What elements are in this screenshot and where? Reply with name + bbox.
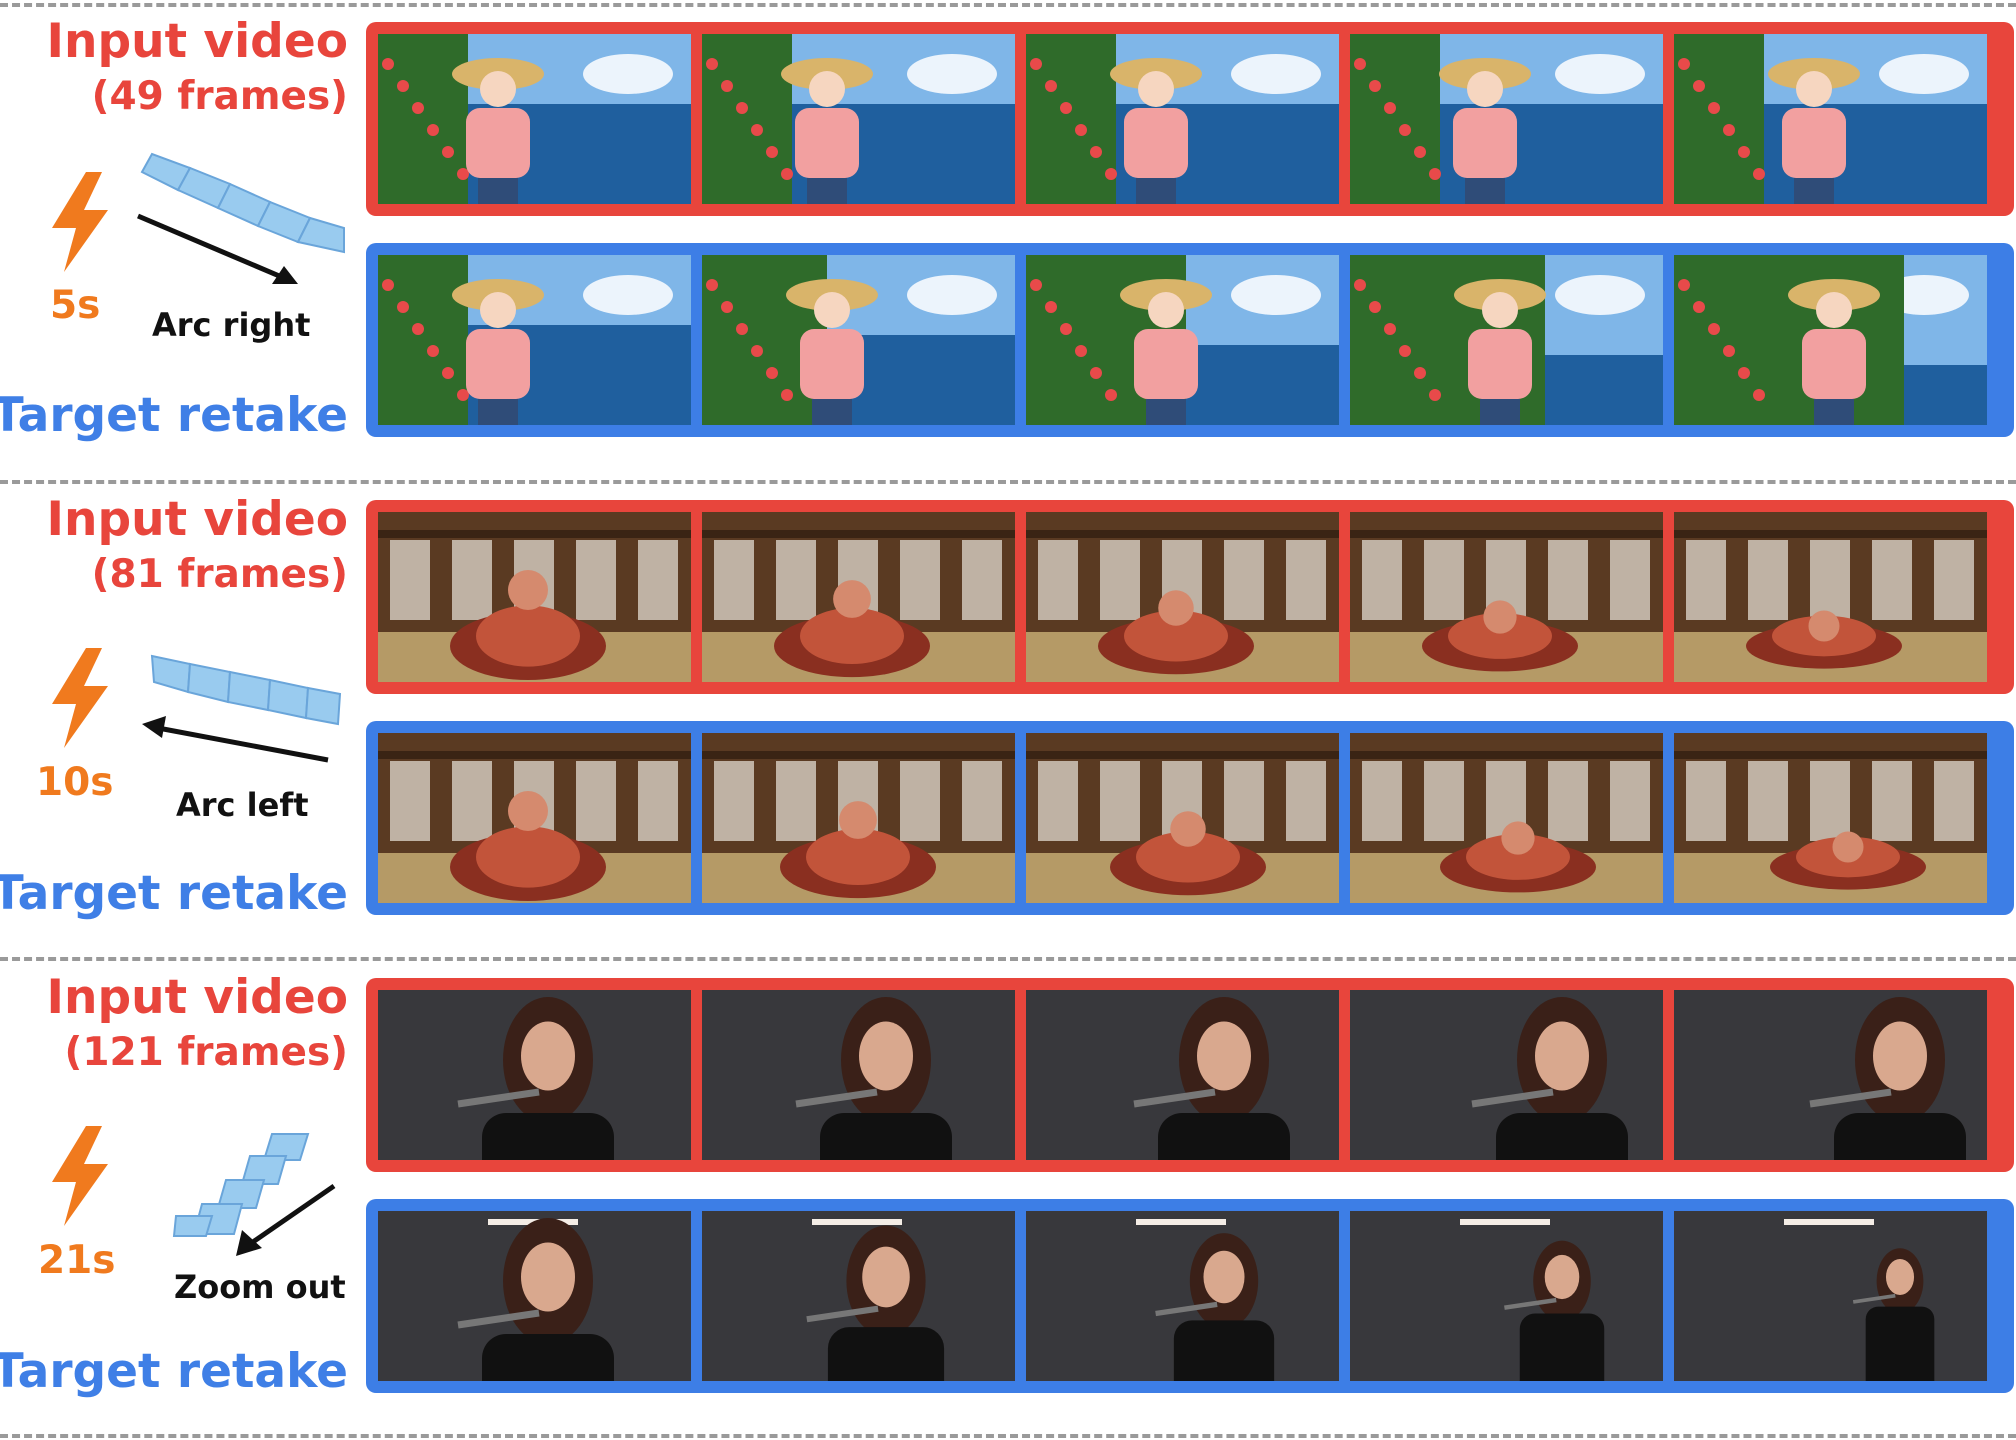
input-video-title: Input video [46,970,348,1025]
direction-arrow-icon [142,716,329,763]
target-frame-5 [1674,1211,1987,1381]
target-frame-4 [1350,1211,1663,1381]
target-retake-title: Target retake [0,866,348,921]
input-frame-2 [702,512,1015,682]
target-frame-2 [702,733,1015,903]
target-frame-1 [378,733,691,903]
target-frame-3 [1026,255,1339,425]
camera-motion-label: Arc left [176,786,309,824]
input-frames-count: (49 frames) [91,74,348,119]
divider-top [0,3,2016,7]
input-video-strip [366,978,2014,1172]
input-frame-4 [1350,512,1663,682]
target-frame-2 [702,1211,1015,1381]
input-frame-4 [1350,34,1663,204]
target-frame-3 [1026,733,1339,903]
target-frame-4 [1350,733,1663,903]
camera-motion-label: Zoom out [174,1268,346,1306]
input-frame-1 [378,512,691,682]
input-video-strip [366,22,2014,216]
divider-1 [0,480,2016,484]
target-retake-title: Target retake [0,1344,348,1399]
target-frame-1 [378,1211,691,1381]
camera-motion-label: Arc right [152,306,311,344]
target-retake-title: Target retake [0,388,348,443]
target-frame-1 [378,255,691,425]
target-frame-3 [1026,1211,1339,1381]
input-frame-2 [702,34,1015,204]
input-frame-5 [1674,34,1987,204]
input-frame-3 [1026,34,1339,204]
direction-arrow-icon [236,1183,336,1256]
input-frame-5 [1674,990,1987,1160]
direction-arrow-icon [137,213,298,284]
divider-bottom [0,1434,2016,1438]
input-frame-3 [1026,990,1339,1160]
input-frame-1 [378,34,691,204]
target-retake-strip [366,243,2014,437]
target-frame-2 [702,255,1015,425]
input-frames-count: (81 frames) [91,552,348,597]
input-frame-4 [1350,990,1663,1160]
input-frame-2 [702,990,1015,1160]
time-label: 21s [38,1238,116,1283]
input-frame-1 [378,990,691,1160]
input-video-strip [366,500,2014,694]
target-frame-5 [1674,733,1987,903]
divider-2 [0,957,2016,961]
lightning-bolt-icon [52,1126,108,1226]
target-frame-5 [1674,255,1987,425]
time-label: 10s [36,760,114,805]
target-retake-strip [366,1199,2014,1393]
time-label: 5s [50,283,101,328]
target-retake-strip [366,721,2014,915]
input-frame-3 [1026,512,1339,682]
lightning-bolt-icon [52,648,108,748]
target-frame-4 [1350,255,1663,425]
lightning-bolt-icon [52,172,108,272]
input-frame-5 [1674,512,1987,682]
input-video-title: Input video [46,14,348,69]
input-video-title: Input video [46,492,348,547]
input-frames-count: (121 frames) [64,1030,348,1075]
